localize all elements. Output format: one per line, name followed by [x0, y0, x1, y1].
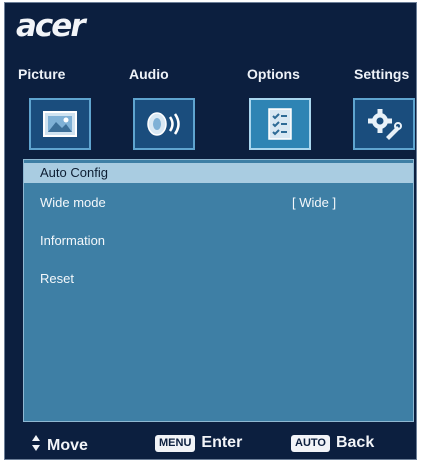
acer-logo: acer	[16, 8, 86, 44]
enter-label: Enter	[201, 434, 243, 451]
back-label: Back	[335, 434, 375, 451]
options-panel: Auto Config Wide mode [ Wide ] Informati…	[23, 159, 414, 422]
menu-item-auto-config[interactable]: Auto Config	[24, 163, 413, 183]
menu-item-wide-mode[interactable]: Wide mode [ Wide ]	[24, 193, 413, 213]
back-hint: AUTO Back	[291, 434, 374, 452]
picture-icon	[42, 109, 78, 139]
osd-menu: acer Picture Audio Options Settings Auto…	[4, 2, 417, 460]
tab-options-label[interactable]: Options	[247, 66, 300, 82]
menu-item-information[interactable]: Information	[24, 231, 413, 251]
tab-settings-label[interactable]: Settings	[354, 66, 409, 82]
menu-item-reset[interactable]: Reset	[24, 269, 413, 289]
move-label: Move	[47, 436, 88, 454]
move-hint: Move	[31, 434, 88, 457]
settings-icon	[366, 107, 402, 141]
tab-picture-label[interactable]: Picture	[18, 66, 65, 82]
tab-audio-label[interactable]: Audio	[129, 66, 169, 82]
menu-item-label: Auto Config	[40, 165, 108, 180]
key-hints-footer: Move MENU Enter AUTO Back	[5, 430, 416, 459]
options-icon	[265, 107, 295, 141]
menu-item-label: Reset	[40, 271, 74, 286]
menu-item-label: Information	[40, 233, 106, 248]
wide-mode-value: [ Wide ]	[292, 195, 337, 210]
menu-key-badge: MENU	[155, 434, 196, 452]
tab-options[interactable]	[249, 98, 311, 150]
tab-audio[interactable]	[133, 98, 195, 150]
brand-bar: acer	[5, 3, 416, 55]
tab-settings[interactable]	[353, 98, 415, 150]
up-down-arrow-icon	[31, 434, 41, 457]
menu-item-label: Wide mode	[40, 195, 106, 210]
enter-hint: MENU Enter	[155, 434, 242, 452]
audio-icon	[144, 109, 184, 139]
tab-picture[interactable]	[29, 98, 91, 150]
auto-key-badge: AUTO	[291, 434, 330, 452]
